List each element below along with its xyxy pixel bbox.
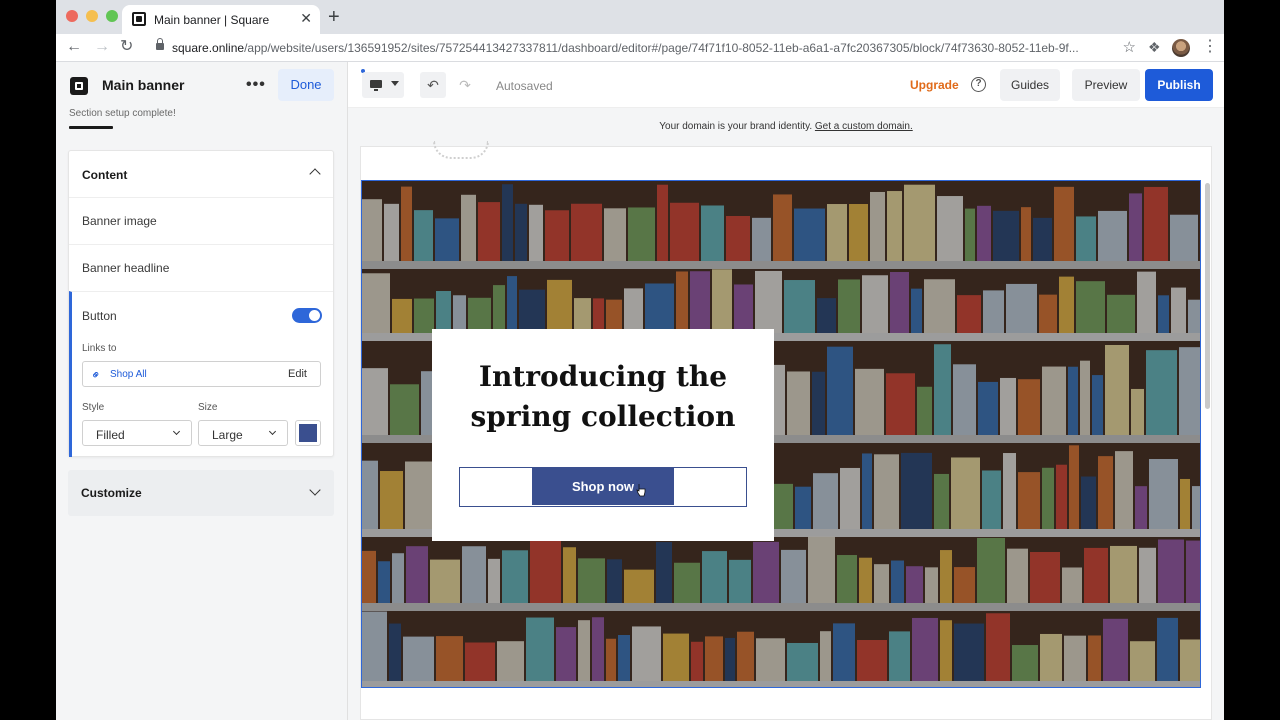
banner-image-row[interactable]: Banner image <box>69 197 333 243</box>
browser-tab-active[interactable]: Main banner | Square ✕ <box>122 5 320 34</box>
square-favicon-icon <box>132 12 146 26</box>
chevron-down-icon <box>172 427 181 436</box>
chevron-up-icon[interactable] <box>309 168 321 180</box>
upgrade-link[interactable]: Upgrade <box>910 78 959 92</box>
chevron-down-icon <box>268 427 277 436</box>
more-options-button[interactable]: ••• <box>246 76 266 94</box>
chevron-down-icon <box>309 484 321 496</box>
editor-canvas: Your domain is your brand identity. Get … <box>348 108 1224 720</box>
banner-headline[interactable]: Introducing the spring collection <box>432 357 774 437</box>
square-logo-icon[interactable] <box>70 77 88 95</box>
main-banner-section[interactable]: Introducing the spring collection Shop n… <box>361 180 1201 688</box>
links-to-label: Links to <box>82 343 117 354</box>
banner-headline-card[interactable]: Introducing the spring collection Shop n… <box>432 329 774 541</box>
style-select[interactable]: Filled <box>82 420 192 446</box>
preview-button[interactable]: Preview <box>1072 69 1140 101</box>
setup-progress-bar <box>69 126 113 129</box>
tab-close-icon[interactable]: ✕ <box>300 10 312 26</box>
desktop-monitor-icon <box>370 80 382 91</box>
link-edit-button[interactable]: Edit <box>288 368 307 380</box>
link-chain-icon: ⚭ <box>87 366 105 384</box>
tab-strip: Main banner | Square ✕ + <box>56 0 1224 34</box>
lock-icon <box>156 38 164 50</box>
tab-title: Main banner | Square <box>154 13 270 27</box>
site-preview-frame: Introducing the spring collection Shop n… <box>360 141 1212 720</box>
extensions-puzzle-icon[interactable]: ❖ <box>1148 39 1161 56</box>
address-bar[interactable]: square.online/app/website/users/13659195… <box>148 35 1138 61</box>
domain-notice: Your domain is your brand identity. Get … <box>348 121 1224 132</box>
bookmark-star-icon[interactable]: ☆ <box>1123 38 1136 56</box>
sidebar-header: Main banner ••• Done Section setup compl… <box>56 62 348 142</box>
browser-menu-icon[interactable]: ⋮ <box>1202 37 1218 57</box>
custom-domain-link[interactable]: Get a custom domain. <box>815 121 913 132</box>
browser-toolbar: ← → ↻ square.online/app/website/users/13… <box>56 34 1224 62</box>
profile-avatar[interactable] <box>1172 39 1190 57</box>
window-maximize-button[interactable] <box>106 10 118 22</box>
caret-down-icon <box>391 81 399 86</box>
size-select-value: Large <box>212 428 243 442</box>
size-label: Size <box>198 402 218 413</box>
url-host: square.online <box>172 41 245 55</box>
editor-sidebar: Main banner ••• Done Section setup compl… <box>56 62 348 720</box>
canvas-scrollbar[interactable] <box>1205 183 1210 409</box>
domain-notice-text: Your domain is your brand identity. <box>659 121 813 132</box>
button-color-picker[interactable] <box>295 420 321 446</box>
done-button[interactable]: Done <box>278 69 334 101</box>
style-select-value: Filled <box>96 428 125 442</box>
link-destination-field[interactable]: ⚭ Shop All Edit <box>82 361 321 387</box>
customize-heading: Customize <box>81 486 142 500</box>
url-path: /app/website/users/136591952/sites/75725… <box>244 41 1079 55</box>
reload-icon[interactable]: ↻ <box>120 36 133 58</box>
browser-window: Main banner | Square ✕ + ← → ↻ square.on… <box>56 0 1224 720</box>
button-settings-section: Button Links to ⚭ Shop All Edit Style Si… <box>69 291 333 457</box>
cta-button-outline[interactable]: Shop now <box>459 467 747 507</box>
site-logo[interactable] <box>433 141 489 159</box>
size-select[interactable]: Large <box>198 420 288 446</box>
link-destination-value: Shop All <box>110 369 147 380</box>
window-minimize-button[interactable] <box>86 10 98 22</box>
color-swatch-fill <box>299 424 317 442</box>
publish-button[interactable]: Publish <box>1145 69 1213 101</box>
forward-arrow-icon[interactable]: → <box>94 36 110 58</box>
guides-button[interactable]: Guides <box>1000 69 1060 101</box>
back-arrow-icon[interactable]: ← <box>66 36 82 58</box>
banner-headline-row[interactable]: Banner headline <box>69 244 333 290</box>
content-heading[interactable]: Content <box>82 168 127 182</box>
banner-headline-label: Banner headline <box>82 261 170 275</box>
editor-toolbar: ↶ ↷ Autosaved Upgrade ? Guides Preview P… <box>348 62 1224 108</box>
setup-progress-text: Section setup complete! <box>69 108 176 119</box>
button-toggle[interactable] <box>292 308 322 323</box>
help-icon[interactable]: ? <box>971 77 986 92</box>
section-title: Main banner <box>102 77 185 93</box>
banner-image-label: Banner image <box>82 214 157 228</box>
customize-section[interactable]: Customize <box>68 470 334 516</box>
button-setting-label: Button <box>82 309 117 323</box>
autosave-status: Autosaved <box>496 79 553 93</box>
redo-button[interactable]: ↷ <box>452 72 478 98</box>
device-preview-dropdown[interactable] <box>362 72 404 98</box>
style-label: Style <box>82 402 105 413</box>
shop-now-button[interactable]: Shop now <box>532 468 674 505</box>
new-tab-button[interactable]: + <box>328 7 340 27</box>
url-text[interactable]: square.online/app/website/users/13659195… <box>172 41 1102 55</box>
undo-button[interactable]: ↶ <box>420 72 446 98</box>
window-close-button[interactable] <box>66 10 78 22</box>
content-card: Content Banner image Banner headline But… <box>68 150 334 457</box>
hand-cursor-icon <box>636 484 646 497</box>
